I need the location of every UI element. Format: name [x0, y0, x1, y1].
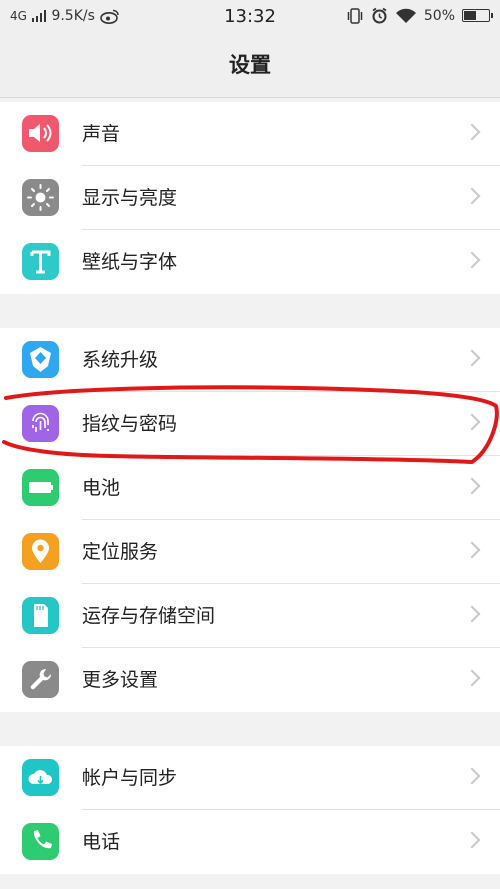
battery-percent: 50%	[423, 7, 455, 24]
settings-item[interactable]: 系统升级	[0, 328, 500, 392]
settings-item-label: 显示与亮度	[82, 187, 178, 209]
wrench-icon	[22, 661, 59, 698]
settings-item-label: 更多设置	[82, 669, 159, 691]
chevron-right-icon	[463, 605, 481, 623]
settings-item-label: 系统升级	[82, 349, 159, 371]
settings-item-label: 电话	[82, 831, 121, 853]
page-title: 设置	[0, 34, 500, 98]
settings-group: 系统升级指纹与密码电池定位服务运存与存储空间 更多设置	[0, 328, 500, 712]
chevron-right-icon	[463, 187, 481, 205]
sd-card-icon	[22, 597, 59, 634]
settings-item[interactable]: 声音	[0, 102, 500, 166]
settings-item-label: 运存与存储空间	[82, 605, 216, 627]
fingerprint-icon	[22, 405, 59, 442]
cloud-sync-icon	[22, 759, 59, 796]
settings-item-label: 声音	[82, 123, 121, 145]
settings-item[interactable]: 电池	[0, 456, 500, 520]
settings-item[interactable]: 帐户与同步	[0, 746, 500, 810]
chevron-right-icon	[463, 123, 481, 141]
settings-item-label: 电池	[82, 477, 121, 499]
chevron-right-icon	[463, 541, 481, 559]
chevron-right-icon	[463, 669, 481, 687]
settings-group: 声音显示与亮度壁纸与字体	[0, 102, 500, 294]
status-right: 50%	[346, 7, 493, 24]
settings-item[interactable]: 电话	[0, 810, 500, 874]
settings-item[interactable]: 显示与亮度	[0, 166, 500, 230]
settings-item[interactable]: 指纹与密码	[0, 392, 500, 456]
chevron-right-icon	[463, 831, 481, 849]
alarm-icon	[372, 7, 387, 24]
vibrate-icon	[347, 7, 363, 24]
settings-item-label: 定位服务	[82, 541, 159, 563]
speaker-icon	[22, 115, 59, 152]
chevron-right-icon	[463, 251, 481, 269]
chevron-right-icon	[463, 349, 481, 367]
brightness-icon	[22, 179, 59, 216]
settings-item-label: 壁纸与字体	[82, 251, 178, 273]
status-bar: 4G 9.5K/s 13:32 50%	[0, 0, 500, 34]
settings-item[interactable]: 更多设置	[0, 648, 500, 712]
battery-status-icon	[462, 9, 493, 22]
phone-icon	[22, 823, 59, 860]
settings-group: 帐户与同步 电话	[0, 746, 500, 874]
settings-list: 声音显示与亮度壁纸与字体系统升级指纹与密码电池定位服务运存与存储空间 更多设置帐户…	[0, 102, 500, 874]
font-icon	[22, 243, 59, 280]
settings-item-label: 指纹与密码	[82, 413, 178, 435]
settings-item[interactable]: 定位服务	[0, 520, 500, 584]
settings-item-label: 帐户与同步	[82, 767, 178, 789]
chevron-right-icon	[463, 767, 481, 785]
wifi-icon	[395, 8, 416, 23]
settings-item[interactable]: 壁纸与字体	[0, 230, 500, 294]
battery-fill	[464, 11, 476, 20]
battery-icon	[22, 469, 59, 506]
upgrade-icon	[22, 341, 59, 378]
settings-item[interactable]: 运存与存储空间	[0, 584, 500, 648]
chevron-right-icon	[463, 413, 481, 431]
chevron-right-icon	[463, 477, 481, 495]
location-icon	[22, 533, 59, 570]
